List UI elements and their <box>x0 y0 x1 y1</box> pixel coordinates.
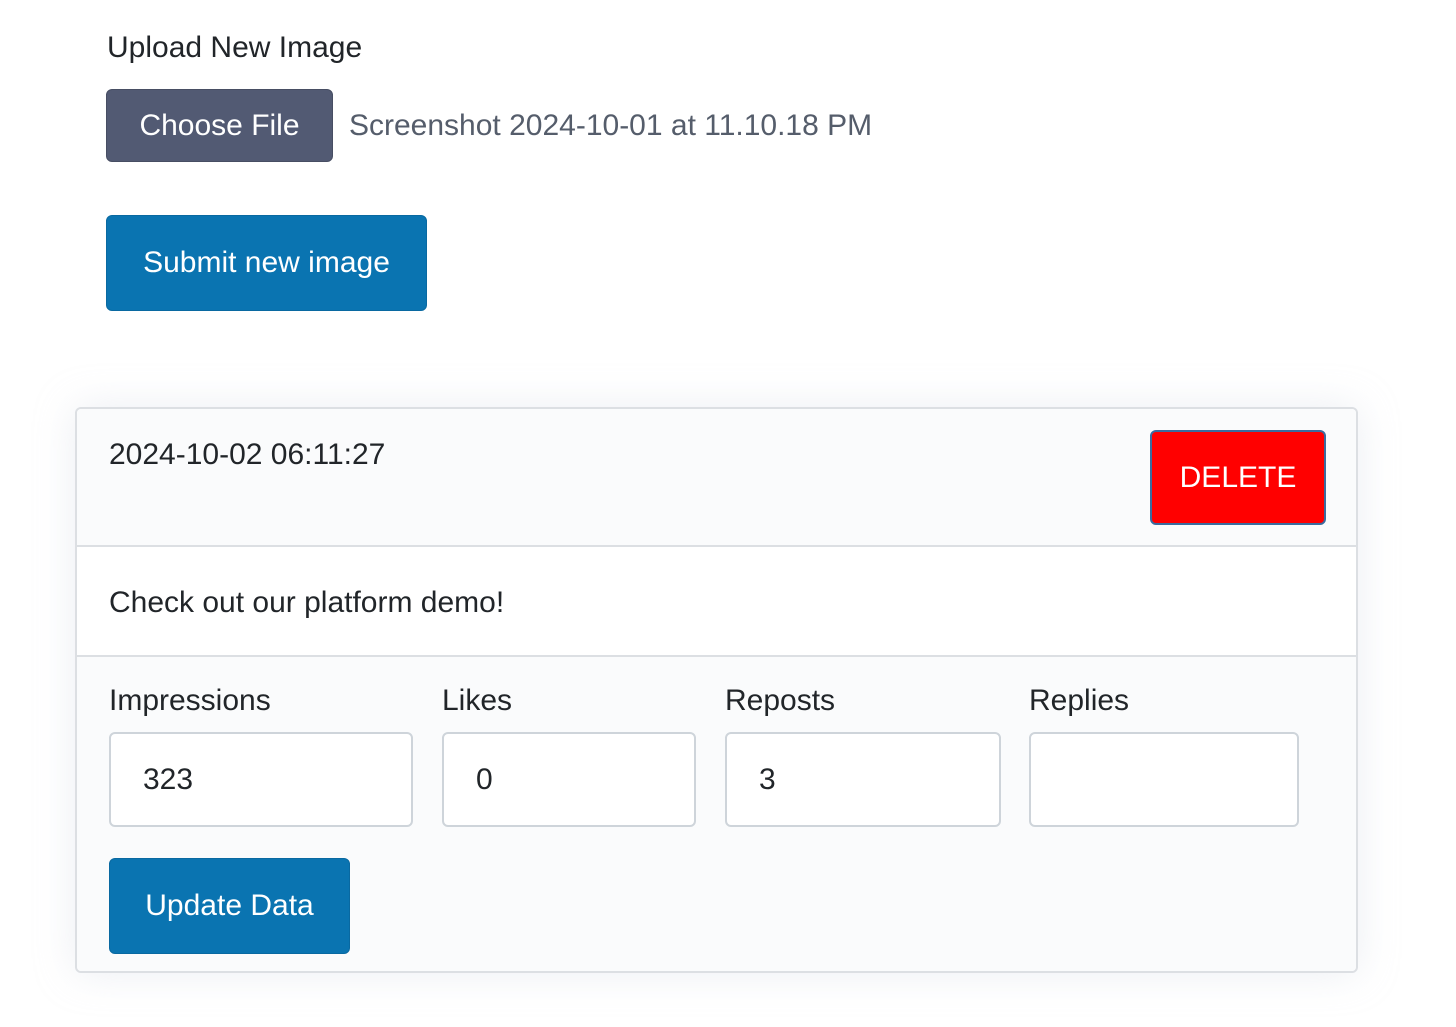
replies-input[interactable] <box>1029 732 1299 827</box>
impressions-input[interactable] <box>109 732 413 827</box>
delete-button[interactable]: DELETE <box>1150 430 1326 525</box>
file-picker: Choose File Screenshot 2024-10-01 at 11.… <box>106 89 872 162</box>
likes-input[interactable] <box>442 732 696 827</box>
likes-label: Likes <box>442 684 513 717</box>
submit-new-image-button[interactable]: Submit new image <box>106 215 427 311</box>
post-metrics-form: Impressions Likes Reposts Replies Update… <box>77 657 1356 971</box>
choose-file-button[interactable]: Choose File <box>106 89 333 162</box>
selected-file-name: Screenshot 2024-10-01 at 11.10.18 PM <box>349 108 873 142</box>
reposts-input[interactable] <box>725 732 1001 827</box>
post-card-header: 2024-10-02 06:11:27 DELETE <box>77 409 1356 547</box>
post-timestamp: 2024-10-02 06:11:27 <box>109 438 386 471</box>
post-text: Check out our platform demo! <box>109 586 505 619</box>
upload-label: Upload New Image <box>107 31 363 64</box>
post-card-body: Check out our platform demo! <box>77 547 1356 657</box>
impressions-label: Impressions <box>109 684 271 717</box>
replies-label: Replies <box>1029 684 1130 717</box>
reposts-label: Reposts <box>725 684 836 717</box>
update-data-button[interactable]: Update Data <box>109 858 350 954</box>
post-card: 2024-10-02 06:11:27 DELETE Check out our… <box>75 407 1358 973</box>
